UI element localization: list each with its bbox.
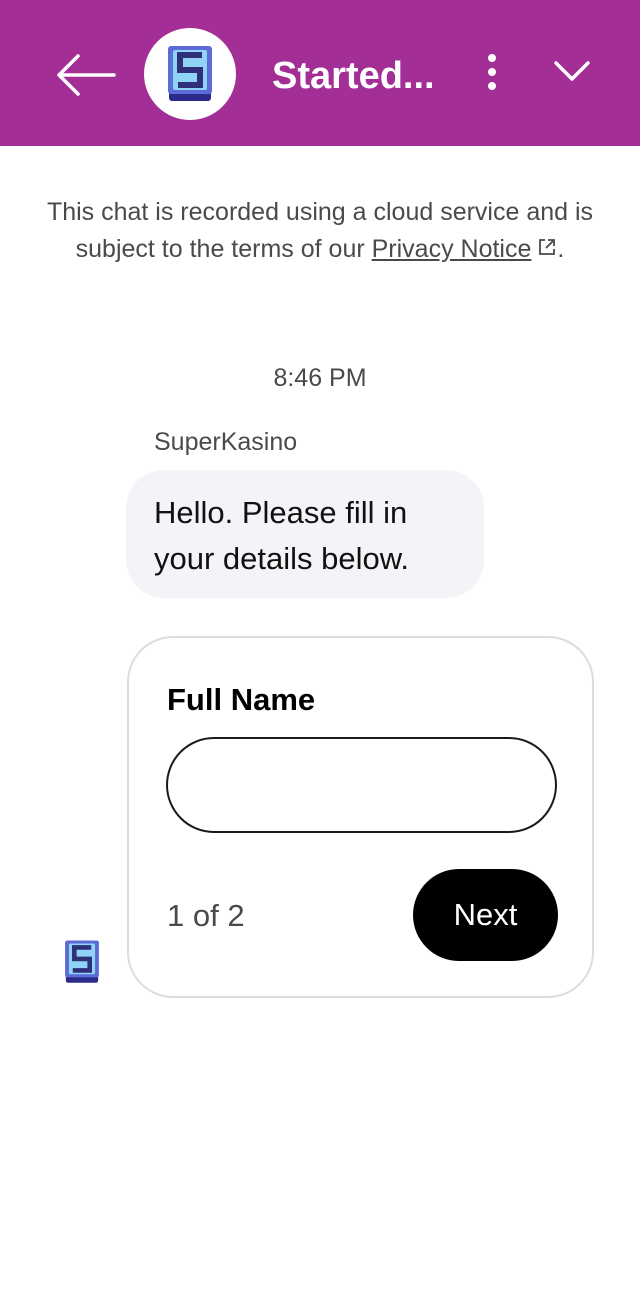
superkasino-logo-small	[65, 940, 99, 983]
external-link-icon	[539, 239, 556, 256]
sender-name: SuperKasino	[154, 428, 298, 456]
back-arrow-icon	[57, 54, 116, 96]
bot-avatar	[62, 936, 102, 988]
message-timestamp: 8:46 PM	[273, 364, 367, 392]
minimize-chat-button[interactable]	[548, 55, 596, 91]
brand-avatar	[144, 28, 236, 120]
superkasino-logo	[168, 46, 212, 101]
privacy-notice: This chat is recorded using a cloud serv…	[40, 194, 600, 268]
form-card: Full Name 1 of 2 Next	[127, 636, 594, 998]
privacy-notice-link[interactable]: Privacy Notice	[372, 235, 532, 263]
more-options-button[interactable]	[476, 52, 508, 94]
page-indicator: 1 of 2	[167, 898, 245, 933]
bot-message-bubble: Hello. Please fill in your details below…	[126, 470, 484, 598]
full-name-input[interactable]	[166, 737, 557, 833]
next-button[interactable]: Next	[413, 869, 558, 961]
more-vertical-icon	[488, 54, 496, 90]
notice-period: .	[557, 235, 565, 263]
chat-title: Started...	[272, 55, 435, 97]
chat-header: Started...	[0, 0, 640, 146]
full-name-label: Full Name	[167, 682, 316, 717]
chevron-down-icon	[554, 61, 590, 81]
back-button[interactable]	[52, 50, 118, 100]
